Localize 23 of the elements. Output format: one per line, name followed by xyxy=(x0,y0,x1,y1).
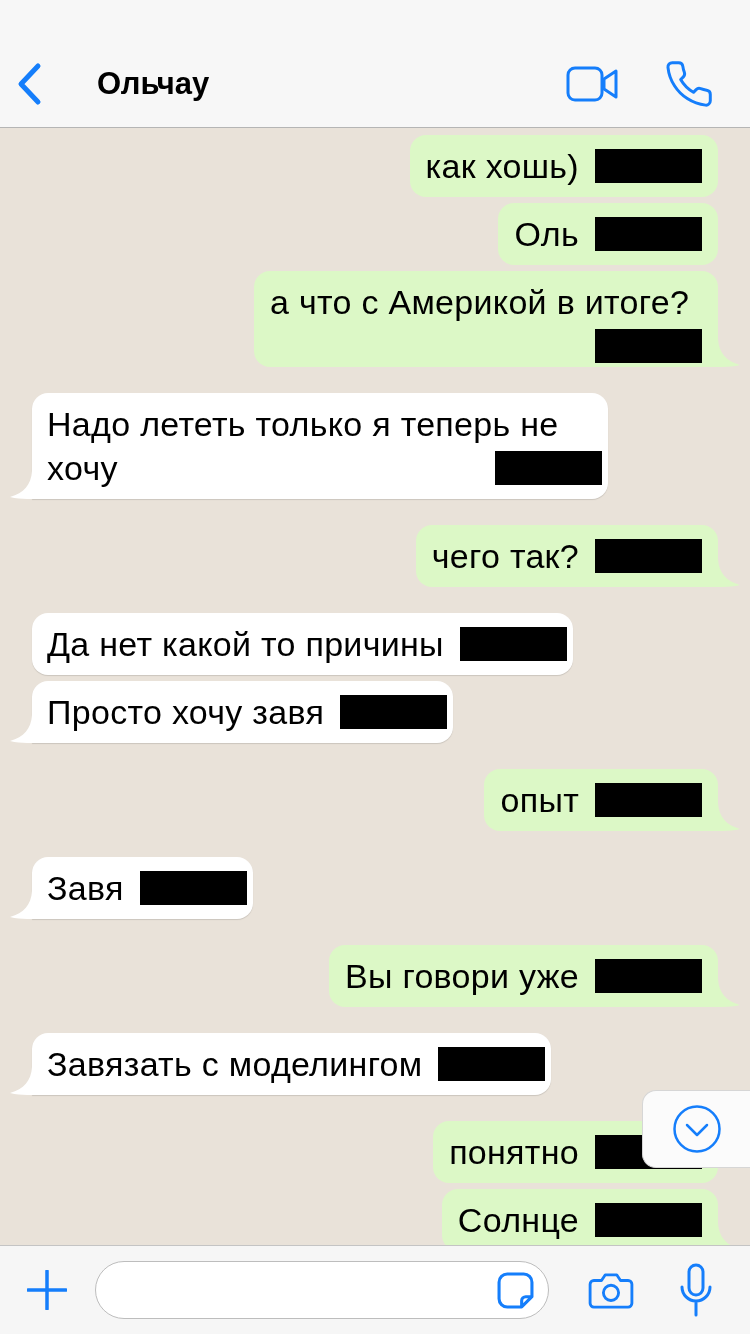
message-text: Просто хочу завя xyxy=(47,693,325,731)
message-text: Солнце xyxy=(457,1201,579,1239)
message-text: Вы говори уже xyxy=(345,957,579,995)
video-camera-icon[interactable] xyxy=(566,65,618,102)
phone-icon[interactable] xyxy=(666,60,712,107)
sticker-icon[interactable] xyxy=(497,1271,534,1309)
message-text: Оль xyxy=(514,215,579,253)
message-text: Надо лететь только я теперь не хочу xyxy=(47,405,559,487)
message-text: чего так? xyxy=(431,537,579,575)
camera-icon[interactable] xyxy=(588,1271,634,1309)
message-text: Завя xyxy=(47,869,124,907)
chevron-down-icon xyxy=(672,1105,721,1153)
message-text: Завязать с моделингом xyxy=(47,1045,423,1083)
scroll-down-button[interactable] xyxy=(642,1090,750,1168)
message-text: а что с Америкой в итоге? xyxy=(270,283,690,321)
message-text: опыт xyxy=(500,781,579,819)
message-text: как хошь) xyxy=(425,147,579,185)
contact-name[interactable]: Ольчау xyxy=(97,65,210,102)
plus-icon[interactable] xyxy=(27,1270,67,1310)
message-text: понятно xyxy=(449,1133,579,1171)
message-text: Да нет какой то причины xyxy=(47,625,444,663)
microphone-icon[interactable] xyxy=(680,1263,712,1317)
back-icon[interactable] xyxy=(16,61,42,106)
